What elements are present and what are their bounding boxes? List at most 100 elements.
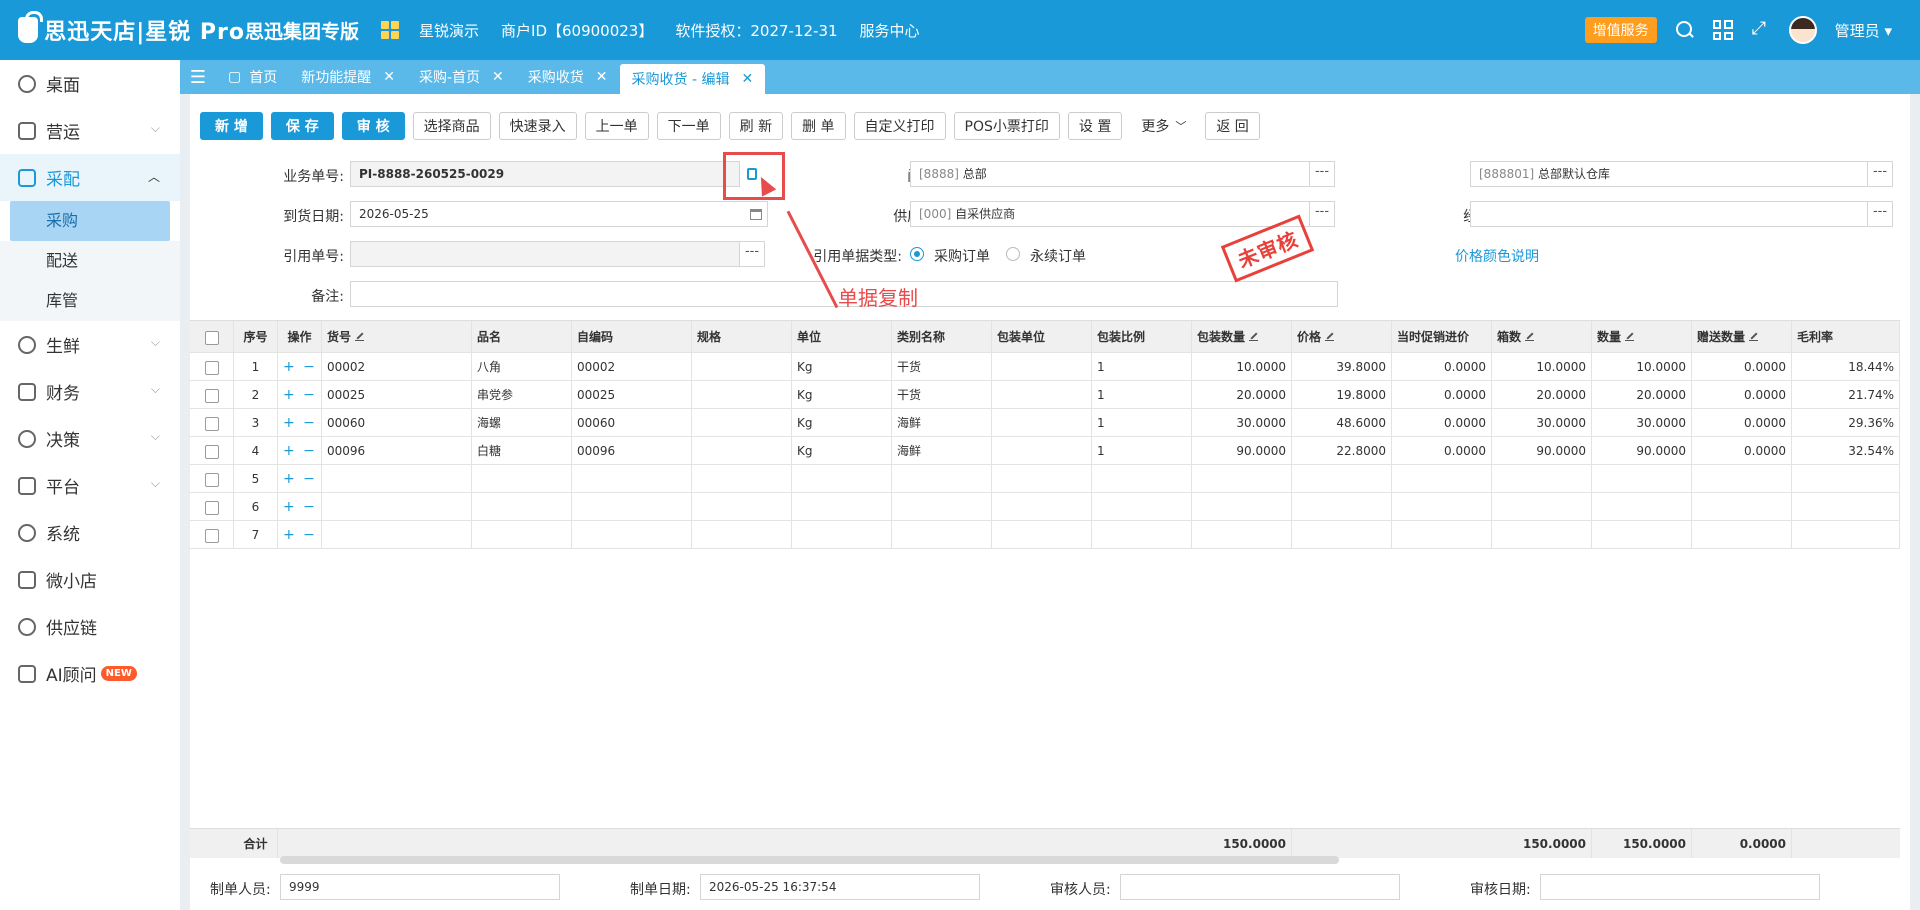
- table-cell-pack-qty[interactable]: [1192, 493, 1292, 520]
- table-cell-no[interactable]: 5: [234, 465, 278, 492]
- sidebar-subitem-distribution[interactable]: 配送: [0, 241, 180, 281]
- search-icon[interactable]: [1675, 20, 1695, 40]
- table-cell-pack-ratio[interactable]: [1092, 521, 1192, 548]
- table-row[interactable]: 6 + −: [190, 493, 1900, 521]
- doc-no-field[interactable]: PI-8888-260525-0029: [350, 161, 740, 187]
- table-cell-unit[interactable]: Kg: [792, 353, 892, 380]
- menu-collapse-icon[interactable]: ☰: [180, 60, 216, 94]
- store-picker-button[interactable]: ---: [1309, 161, 1335, 187]
- delete-doc-button[interactable]: 删 单: [791, 112, 846, 140]
- table-cell-unit[interactable]: Kg: [792, 381, 892, 408]
- settings-button[interactable]: 设 置: [1067, 112, 1123, 140]
- sidebar-item-decision[interactable]: 决策 ⌵: [0, 415, 180, 462]
- table-cell-unit[interactable]: Kg: [792, 437, 892, 464]
- table-cell-category[interactable]: 干货: [892, 381, 992, 408]
- table-cell-code[interactable]: 00002: [322, 353, 472, 380]
- table-cell-margin[interactable]: 32.54%: [1792, 437, 1900, 464]
- table-cell-category[interactable]: 海鲜: [892, 437, 992, 464]
- sidebar-item-platform[interactable]: 平台 ⌵: [0, 462, 180, 509]
- ref-no-picker-button[interactable]: ---: [739, 241, 765, 267]
- close-icon[interactable]: ✕: [596, 69, 608, 85]
- store-field[interactable]: [8888] 总部: [910, 161, 1310, 187]
- table-cell-price[interactable]: 39.8000: [1292, 353, 1392, 380]
- table-row[interactable]: 4 + −00096 白糖 00096 Kg 海鲜 1 90.0000 22.8000 0.000…: [190, 437, 1900, 465]
- table-cell-self-code[interactable]: [572, 465, 692, 492]
- auditor-field[interactable]: [1120, 874, 1400, 900]
- add-remove-row-icons[interactable]: + −: [283, 499, 317, 515]
- table-cell-name[interactable]: 串党参: [472, 381, 572, 408]
- horizontal-scrollbar[interactable]: [280, 856, 1339, 864]
- table-cell-margin[interactable]: [1792, 493, 1900, 520]
- sidebar-item-system[interactable]: 系统: [0, 509, 180, 556]
- table-row[interactable]: 2 + −00025 串党参 00025 Kg 干货 1 20.0000 19.8000 0.00…: [190, 381, 1900, 409]
- fullscreen-icon[interactable]: [1751, 18, 1771, 40]
- table-cell-qty[interactable]: 10.0000: [1592, 353, 1692, 380]
- table-cell-price[interactable]: 48.6000: [1292, 409, 1392, 436]
- table-cell-spec[interactable]: [692, 493, 792, 520]
- table-cell-boxes[interactable]: [1492, 493, 1592, 520]
- add-remove-row-icons[interactable]: + −: [283, 443, 317, 459]
- pos-print-button[interactable]: POS小票打印: [953, 112, 1060, 140]
- table-cell-name[interactable]: 八角: [472, 353, 572, 380]
- table-cell-code[interactable]: [322, 521, 472, 548]
- row-checkbox[interactable]: [204, 528, 219, 543]
- row-select-cell[interactable]: [190, 437, 234, 464]
- table-cell-boxes[interactable]: 20.0000: [1492, 381, 1592, 408]
- table-cell-promo-price[interactable]: 0.0000: [1392, 409, 1492, 436]
- table-cell-category[interactable]: [892, 521, 992, 548]
- table-cell-pack-qty[interactable]: 90.0000: [1192, 437, 1292, 464]
- table-cell-no[interactable]: 6: [234, 493, 278, 520]
- radio-perpetual-order[interactable]: [1006, 247, 1020, 261]
- sidebar-item-mini-store[interactable]: 微小店: [0, 556, 180, 603]
- table-cell-code[interactable]: [322, 493, 472, 520]
- table-cell-gift-qty[interactable]: [1692, 465, 1792, 492]
- audit-button[interactable]: 审 核: [341, 112, 405, 140]
- supplier-field[interactable]: [000] 自采供应商: [910, 201, 1310, 227]
- table-cell-spec[interactable]: [692, 521, 792, 548]
- table-cell-promo-price[interactable]: 0.0000: [1392, 437, 1492, 464]
- table-cell-category[interactable]: [892, 465, 992, 492]
- table-cell-self-code[interactable]: 00096: [572, 437, 692, 464]
- table-cell-boxes[interactable]: [1492, 465, 1592, 492]
- row-ops-cell[interactable]: + −: [278, 437, 322, 464]
- refresh-button[interactable]: 刷 新: [728, 112, 784, 140]
- table-cell-spec[interactable]: [692, 437, 792, 464]
- table-cell-code[interactable]: 00060: [322, 409, 472, 436]
- table-cell-gift-qty[interactable]: 0.0000: [1692, 437, 1792, 464]
- table-cell-no[interactable]: 3: [234, 409, 278, 436]
- table-cell-pack-qty[interactable]: [1192, 465, 1292, 492]
- table-cell-margin[interactable]: [1792, 521, 1900, 548]
- row-select-cell[interactable]: [190, 521, 234, 548]
- table-cell-category[interactable]: 干货: [892, 353, 992, 380]
- table-cell-promo-price[interactable]: [1392, 465, 1492, 492]
- table-cell-pack-unit[interactable]: [992, 353, 1092, 380]
- table-cell-name[interactable]: [472, 493, 572, 520]
- table-cell-margin[interactable]: 21.74%: [1792, 381, 1900, 408]
- table-cell-self-code[interactable]: [572, 521, 692, 548]
- table-cell-no[interactable]: 1: [234, 353, 278, 380]
- add-remove-row-icons[interactable]: + −: [283, 415, 317, 431]
- table-cell-pack-qty[interactable]: 30.0000: [1192, 409, 1292, 436]
- row-select-cell[interactable]: [190, 465, 234, 492]
- qr-code-icon[interactable]: [381, 21, 400, 39]
- table-cell-boxes[interactable]: 90.0000: [1492, 437, 1592, 464]
- table-cell-pack-qty[interactable]: 10.0000: [1192, 353, 1292, 380]
- table-cell-name[interactable]: [472, 521, 572, 548]
- close-icon[interactable]: ✕: [383, 69, 395, 85]
- table-cell-category[interactable]: 海鲜: [892, 409, 992, 436]
- sidebar-item-supply-chain[interactable]: 供应链: [0, 603, 180, 650]
- table-cell-gift-qty[interactable]: 0.0000: [1692, 381, 1792, 408]
- price-color-legend-link[interactable]: 价格颜色说明: [1455, 246, 1539, 266]
- table-cell-pack-ratio[interactable]: 1: [1092, 437, 1192, 464]
- table-cell-pack-unit[interactable]: [992, 493, 1092, 520]
- table-cell-self-code[interactable]: 00002: [572, 353, 692, 380]
- sidebar-subitem-inventory[interactable]: 库管: [0, 281, 180, 321]
- table-cell-price[interactable]: [1292, 521, 1392, 548]
- add-remove-row-icons[interactable]: + −: [283, 527, 317, 543]
- table-cell-code[interactable]: 00025: [322, 381, 472, 408]
- table-cell-code[interactable]: [322, 465, 472, 492]
- ref-no-field[interactable]: [350, 241, 740, 267]
- sidebar-item-desktop[interactable]: 桌面: [0, 60, 180, 107]
- col-header[interactable]: 箱数: [1492, 321, 1592, 352]
- table-cell-boxes[interactable]: 10.0000: [1492, 353, 1592, 380]
